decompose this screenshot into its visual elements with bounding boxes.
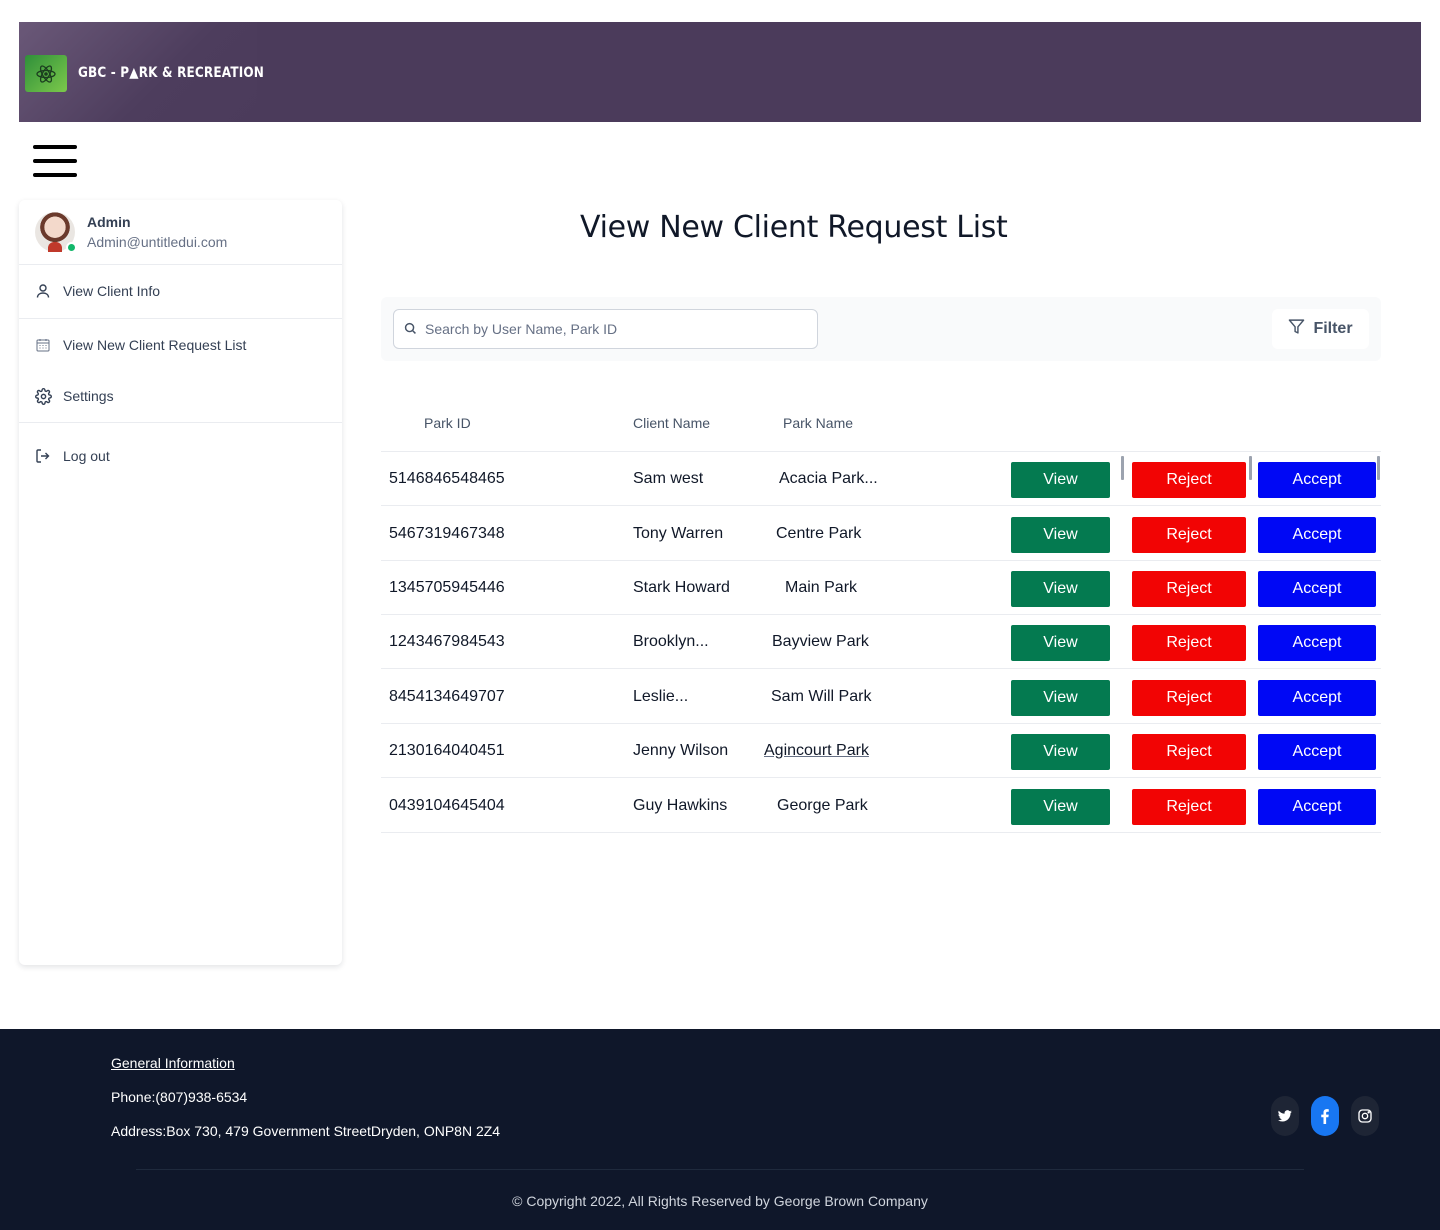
cell-park-name: Bayview Park: [772, 633, 869, 650]
footer-heading-link[interactable]: General Information: [111, 1055, 235, 1071]
column-resize-handle[interactable]: [1121, 456, 1124, 480]
cell-park-name: Sam Will Park: [771, 688, 872, 705]
view-button[interactable]: View: [1011, 680, 1110, 716]
column-resize-handle[interactable]: [1249, 456, 1252, 480]
facebook-icon[interactable]: [1311, 1096, 1339, 1136]
cell-client-name: Jenny Wilson: [633, 742, 729, 759]
header-banner: GBC - P▲RK & RECREATION: [19, 22, 1421, 122]
cell-park-id: 5146846548465: [389, 470, 505, 487]
accept-button[interactable]: Accept: [1258, 789, 1376, 825]
view-button[interactable]: View: [1011, 571, 1110, 607]
table-row: 1243467984543 Brooklyn... Bayview Park V…: [381, 615, 1381, 669]
footer-phone: Phone:(807)938-6534: [111, 1089, 248, 1105]
view-button[interactable]: View: [1011, 789, 1110, 825]
accept-button[interactable]: Accept: [1258, 462, 1376, 498]
copyright-text: © Copyright 2022, All Rights Reserved by…: [512, 1193, 928, 1209]
user-profile[interactable]: Admin Admin@untitledui.com: [19, 200, 342, 265]
sidebar-item-label: View Client Info: [63, 283, 161, 299]
user-name: Admin: [87, 214, 131, 230]
view-button[interactable]: View: [1011, 734, 1110, 770]
sidebar-item-label: View New Client Request List: [63, 337, 247, 353]
accept-button[interactable]: Accept: [1258, 571, 1376, 607]
page-title: View New Client Request List: [580, 210, 1008, 245]
calendar-icon: [34, 336, 52, 354]
user-icon: [34, 282, 52, 300]
accept-button[interactable]: Accept: [1258, 625, 1376, 661]
search-field[interactable]: [393, 309, 818, 349]
filter-label: Filter: [1313, 320, 1353, 337]
logo[interactable]: GBC - P▲RK & RECREATION: [19, 22, 264, 122]
table-row: 5467319467348 Tony Warren Centre Park Vi…: [381, 507, 1381, 561]
user-email: Admin@untitledui.com: [87, 234, 228, 250]
reject-button[interactable]: Reject: [1132, 789, 1246, 825]
footer-divider: [136, 1169, 1304, 1170]
table-row: 2130164040451 Jenny Wilson Agincourt Par…: [381, 724, 1381, 778]
cell-park-name-link[interactable]: Agincourt Park: [764, 742, 869, 760]
table-row: 5146846548465 Sam west Acacia Park... Vi…: [381, 452, 1381, 506]
reject-button[interactable]: Reject: [1132, 517, 1246, 553]
table-row: 8454134649707 Leslie... Sam Will Park Vi…: [381, 670, 1381, 724]
column-header-park-name[interactable]: Park Name: [783, 415, 853, 431]
twitter-icon[interactable]: [1271, 1096, 1299, 1136]
sidebar-item-label: Settings: [63, 388, 114, 404]
sidebar-item-label: Log out: [63, 448, 110, 464]
reject-button[interactable]: Reject: [1132, 571, 1246, 607]
column-header-client-name[interactable]: Client Name: [633, 415, 710, 431]
view-button[interactable]: View: [1011, 517, 1110, 553]
cell-client-name: Tony Warren: [633, 525, 724, 542]
search-toolbar: Filter: [381, 297, 1381, 361]
cell-client-name: Guy Hawkins: [633, 797, 728, 814]
cell-park-id: 2130164040451: [389, 742, 505, 759]
view-button[interactable]: View: [1011, 625, 1110, 661]
accept-button[interactable]: Accept: [1258, 680, 1376, 716]
sidebar-item-settings[interactable]: Settings: [19, 370, 342, 422]
cell-park-name: Main Park: [785, 579, 858, 596]
cell-park-name: Acacia Park...: [779, 470, 878, 487]
reject-button[interactable]: Reject: [1132, 625, 1246, 661]
sidebar: Admin Admin@untitledui.com View Client I…: [19, 200, 342, 965]
table-row: 0439104645404 Guy Hawkins George Park Vi…: [381, 779, 1381, 833]
cell-client-name: Sam west: [633, 470, 704, 487]
sidebar-item-view-client-info[interactable]: View Client Info: [19, 265, 342, 317]
column-resize-handle[interactable]: [1377, 456, 1380, 480]
reject-button[interactable]: Reject: [1132, 462, 1246, 498]
divider: [19, 422, 342, 423]
avatar: [35, 212, 77, 253]
logout-icon: [34, 447, 52, 465]
table-row: 1345705945446 Stark Howard Main Park Vie…: [381, 561, 1381, 615]
view-button[interactable]: View: [1011, 462, 1110, 498]
reject-button[interactable]: Reject: [1132, 680, 1246, 716]
cell-park-id: 8454134649707: [389, 688, 505, 705]
sidebar-item-client-request-list[interactable]: View New Client Request List: [19, 319, 342, 371]
cell-park-id: 5467319467348: [389, 525, 505, 542]
reject-button[interactable]: Reject: [1132, 734, 1246, 770]
logo-text: GBC - P▲RK & RECREATION: [78, 65, 265, 81]
accept-button[interactable]: Accept: [1258, 734, 1376, 770]
column-header-park-id[interactable]: Park ID: [424, 415, 471, 431]
filter-icon: [1288, 318, 1305, 340]
cell-park-name: Centre Park: [776, 525, 862, 542]
footer: General Information Phone:(807)938-6534 …: [0, 1029, 1440, 1230]
gear-icon: [34, 387, 52, 405]
search-icon: [404, 322, 417, 340]
accept-button[interactable]: Accept: [1258, 517, 1376, 553]
filter-button[interactable]: Filter: [1272, 309, 1369, 349]
cell-park-id: 1243467984543: [389, 633, 505, 650]
cell-client-name: Stark Howard: [633, 579, 730, 596]
footer-address: Address:Box 730, 479 Government StreetDr…: [111, 1123, 501, 1139]
search-input[interactable]: [425, 310, 810, 348]
instagram-icon[interactable]: [1351, 1096, 1379, 1136]
hamburger-menu-icon[interactable]: [33, 145, 77, 177]
sidebar-item-log-out[interactable]: Log out: [19, 430, 342, 482]
cell-client-name: Brooklyn...: [633, 633, 709, 650]
cell-park-name: George Park: [777, 797, 868, 814]
cell-park-id: 0439104645404: [389, 797, 505, 814]
cell-client-name: Leslie...: [633, 688, 689, 705]
atom-logo-icon: [25, 55, 67, 92]
cell-park-id: 1345705945446: [389, 579, 505, 596]
online-status-icon: [66, 242, 77, 253]
